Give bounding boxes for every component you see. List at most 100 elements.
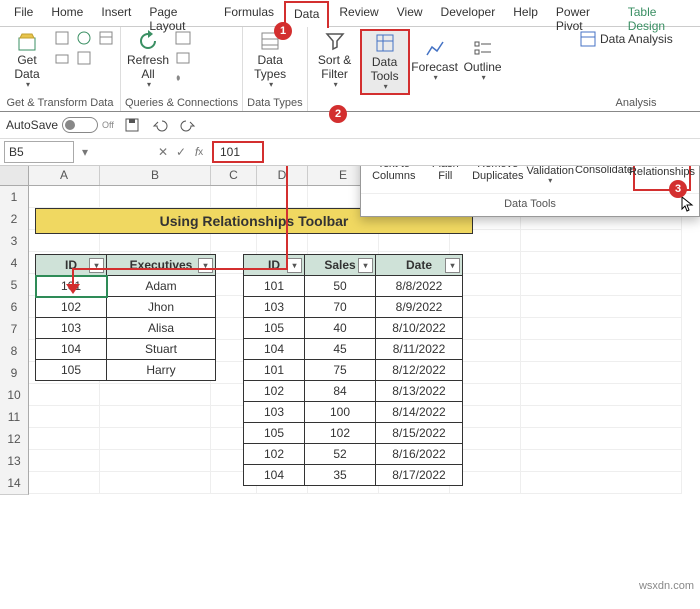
table-cell[interactable]: 105 xyxy=(36,360,107,381)
row-header-14[interactable]: 14 xyxy=(0,472,29,495)
refresh-all-button[interactable]: Refresh All xyxy=(125,29,171,91)
table-cell[interactable]: 104 xyxy=(244,339,305,360)
spreadsheet-grid[interactable]: ABCDEFGH 1234567891011121314 Using Relat… xyxy=(0,166,700,596)
dd-text_to_columns-button[interactable]: Text to Columns xyxy=(369,166,419,187)
table-cell[interactable]: 102 xyxy=(244,381,305,402)
table-cell[interactable]: 35 xyxy=(305,465,376,486)
filter-icon[interactable]: ▾ xyxy=(198,258,213,273)
redo-icon[interactable] xyxy=(178,116,198,134)
table-cell[interactable]: 103 xyxy=(244,402,305,423)
table-cell[interactable]: 40 xyxy=(305,318,376,339)
queries-conn-icon[interactable] xyxy=(173,29,193,47)
tab-data[interactable]: Data xyxy=(284,1,329,28)
tableA-header-id[interactable]: ID▾ xyxy=(36,255,107,276)
col-header-D[interactable]: D xyxy=(257,166,308,185)
table-cell[interactable]: 8/13/2022 xyxy=(376,381,463,402)
table-cell[interactable]: Jhon xyxy=(107,297,216,318)
recent-sources-icon[interactable] xyxy=(52,49,72,67)
dd-consolidate-button[interactable]: Consolidate xyxy=(577,166,631,187)
outline-button[interactable]: Outline xyxy=(460,29,506,91)
table-cell[interactable]: 8/17/2022 xyxy=(376,465,463,486)
from-table-icon[interactable] xyxy=(96,29,116,47)
from-web-icon[interactable] xyxy=(74,29,94,47)
table-cell[interactable]: 105 xyxy=(244,318,305,339)
from-text-icon[interactable] xyxy=(52,29,72,47)
data-analysis-button[interactable]: Data Analysis xyxy=(576,29,677,49)
filter-icon[interactable]: ▾ xyxy=(287,258,302,273)
row-header-1[interactable]: 1 xyxy=(0,186,29,209)
save-icon[interactable] xyxy=(122,116,142,134)
edit-links-icon[interactable] xyxy=(173,69,193,87)
table-sales[interactable]: ID▾ Sales▾ Date▾ 101508/8/2022103708/9/2… xyxy=(243,254,463,486)
table-cell[interactable]: 101 xyxy=(244,360,305,381)
data-tools-button[interactable]: Data Tools xyxy=(360,29,410,95)
col-header-B[interactable]: B xyxy=(100,166,211,185)
row-header-6[interactable]: 6 xyxy=(0,296,29,319)
tab-table-design[interactable]: Table Design xyxy=(620,1,694,26)
col-header-A[interactable]: A xyxy=(29,166,100,185)
tab-page-layout[interactable]: Page Layout xyxy=(141,1,214,26)
cancel-icon[interactable]: ✕ xyxy=(154,143,172,161)
name-box-dropdown-icon[interactable]: ▾ xyxy=(76,143,94,161)
table-cell[interactable]: 8/8/2022 xyxy=(376,276,463,297)
tableB-header-id[interactable]: ID▾ xyxy=(244,255,305,276)
table-cell[interactable]: 101 xyxy=(244,276,305,297)
get-data-button[interactable]: Get Data xyxy=(4,29,50,91)
tab-review[interactable]: Review xyxy=(331,1,386,26)
filter-icon[interactable]: ▾ xyxy=(358,258,373,273)
table-cell[interactable]: 8/14/2022 xyxy=(376,402,463,423)
table-cell[interactable]: 8/15/2022 xyxy=(376,423,463,444)
dd-data_validation-button[interactable]: Data Validation▾ xyxy=(525,166,575,187)
tab-power-pivot[interactable]: Power Pivot xyxy=(548,1,618,26)
row-header-12[interactable]: 12 xyxy=(0,428,29,451)
enter-icon[interactable]: ✓ xyxy=(172,143,190,161)
tab-file[interactable]: File xyxy=(6,1,41,26)
row-header-13[interactable]: 13 xyxy=(0,450,29,473)
sort-filter-button[interactable]: Sort & Filter xyxy=(312,29,358,91)
fx-icon[interactable]: fx xyxy=(190,143,208,161)
table-cell[interactable]: 8/16/2022 xyxy=(376,444,463,465)
table-cell[interactable]: 84 xyxy=(305,381,376,402)
tableB-header-sales[interactable]: Sales▾ xyxy=(305,255,376,276)
table-cell[interactable]: 104 xyxy=(244,465,305,486)
row-header-5[interactable]: 5 xyxy=(0,274,29,297)
row-header-9[interactable]: 9 xyxy=(0,362,29,385)
table-cell[interactable]: 70 xyxy=(305,297,376,318)
row-header-3[interactable]: 3 xyxy=(0,230,29,253)
table-cell[interactable]: 8/10/2022 xyxy=(376,318,463,339)
tab-help[interactable]: Help xyxy=(505,1,546,26)
row-header-10[interactable]: 10 xyxy=(0,384,29,407)
name-box[interactable]: B5 xyxy=(4,141,74,163)
tab-view[interactable]: View xyxy=(389,1,431,26)
table-cell[interactable]: 100 xyxy=(305,402,376,423)
tab-insert[interactable]: Insert xyxy=(93,1,139,26)
table-cell[interactable]: 103 xyxy=(36,318,107,339)
undo-icon[interactable] xyxy=(150,116,170,134)
row-header-11[interactable]: 11 xyxy=(0,406,29,429)
table-cell[interactable]: 8/12/2022 xyxy=(376,360,463,381)
existing-conn-icon[interactable] xyxy=(74,49,94,67)
filter-icon[interactable]: ▾ xyxy=(89,258,104,273)
table-cell[interactable]: Stuart xyxy=(107,339,216,360)
table-cell[interactable]: Harry xyxy=(107,360,216,381)
formula-input[interactable]: 101 xyxy=(212,141,264,163)
table-cell[interactable]: 50 xyxy=(305,276,376,297)
filter-icon[interactable]: ▾ xyxy=(445,258,460,273)
row-header-2[interactable]: 2 xyxy=(0,208,29,231)
table-cell[interactable]: 75 xyxy=(305,360,376,381)
properties-icon[interactable] xyxy=(173,49,193,67)
table-cell[interactable]: 102 xyxy=(244,444,305,465)
dd-flash_fill-button[interactable]: Flash Fill xyxy=(421,166,471,187)
tab-formulas[interactable]: Formulas xyxy=(216,1,282,26)
table-cell[interactable]: Alisa xyxy=(107,318,216,339)
tab-developer[interactable]: Developer xyxy=(433,1,504,26)
table-cell[interactable]: 102 xyxy=(305,423,376,444)
table-cell[interactable]: 8/11/2022 xyxy=(376,339,463,360)
row-header-8[interactable]: 8 xyxy=(0,340,29,363)
col-header-C[interactable]: C xyxy=(211,166,257,185)
extra-btn-icon[interactable] xyxy=(96,49,116,67)
dd-remove_duplicates-button[interactable]: Remove Duplicates xyxy=(472,166,523,187)
table-cell[interactable]: 45 xyxy=(305,339,376,360)
table-cell[interactable]: 103 xyxy=(244,297,305,318)
row-header-4[interactable]: 4 xyxy=(0,252,29,275)
